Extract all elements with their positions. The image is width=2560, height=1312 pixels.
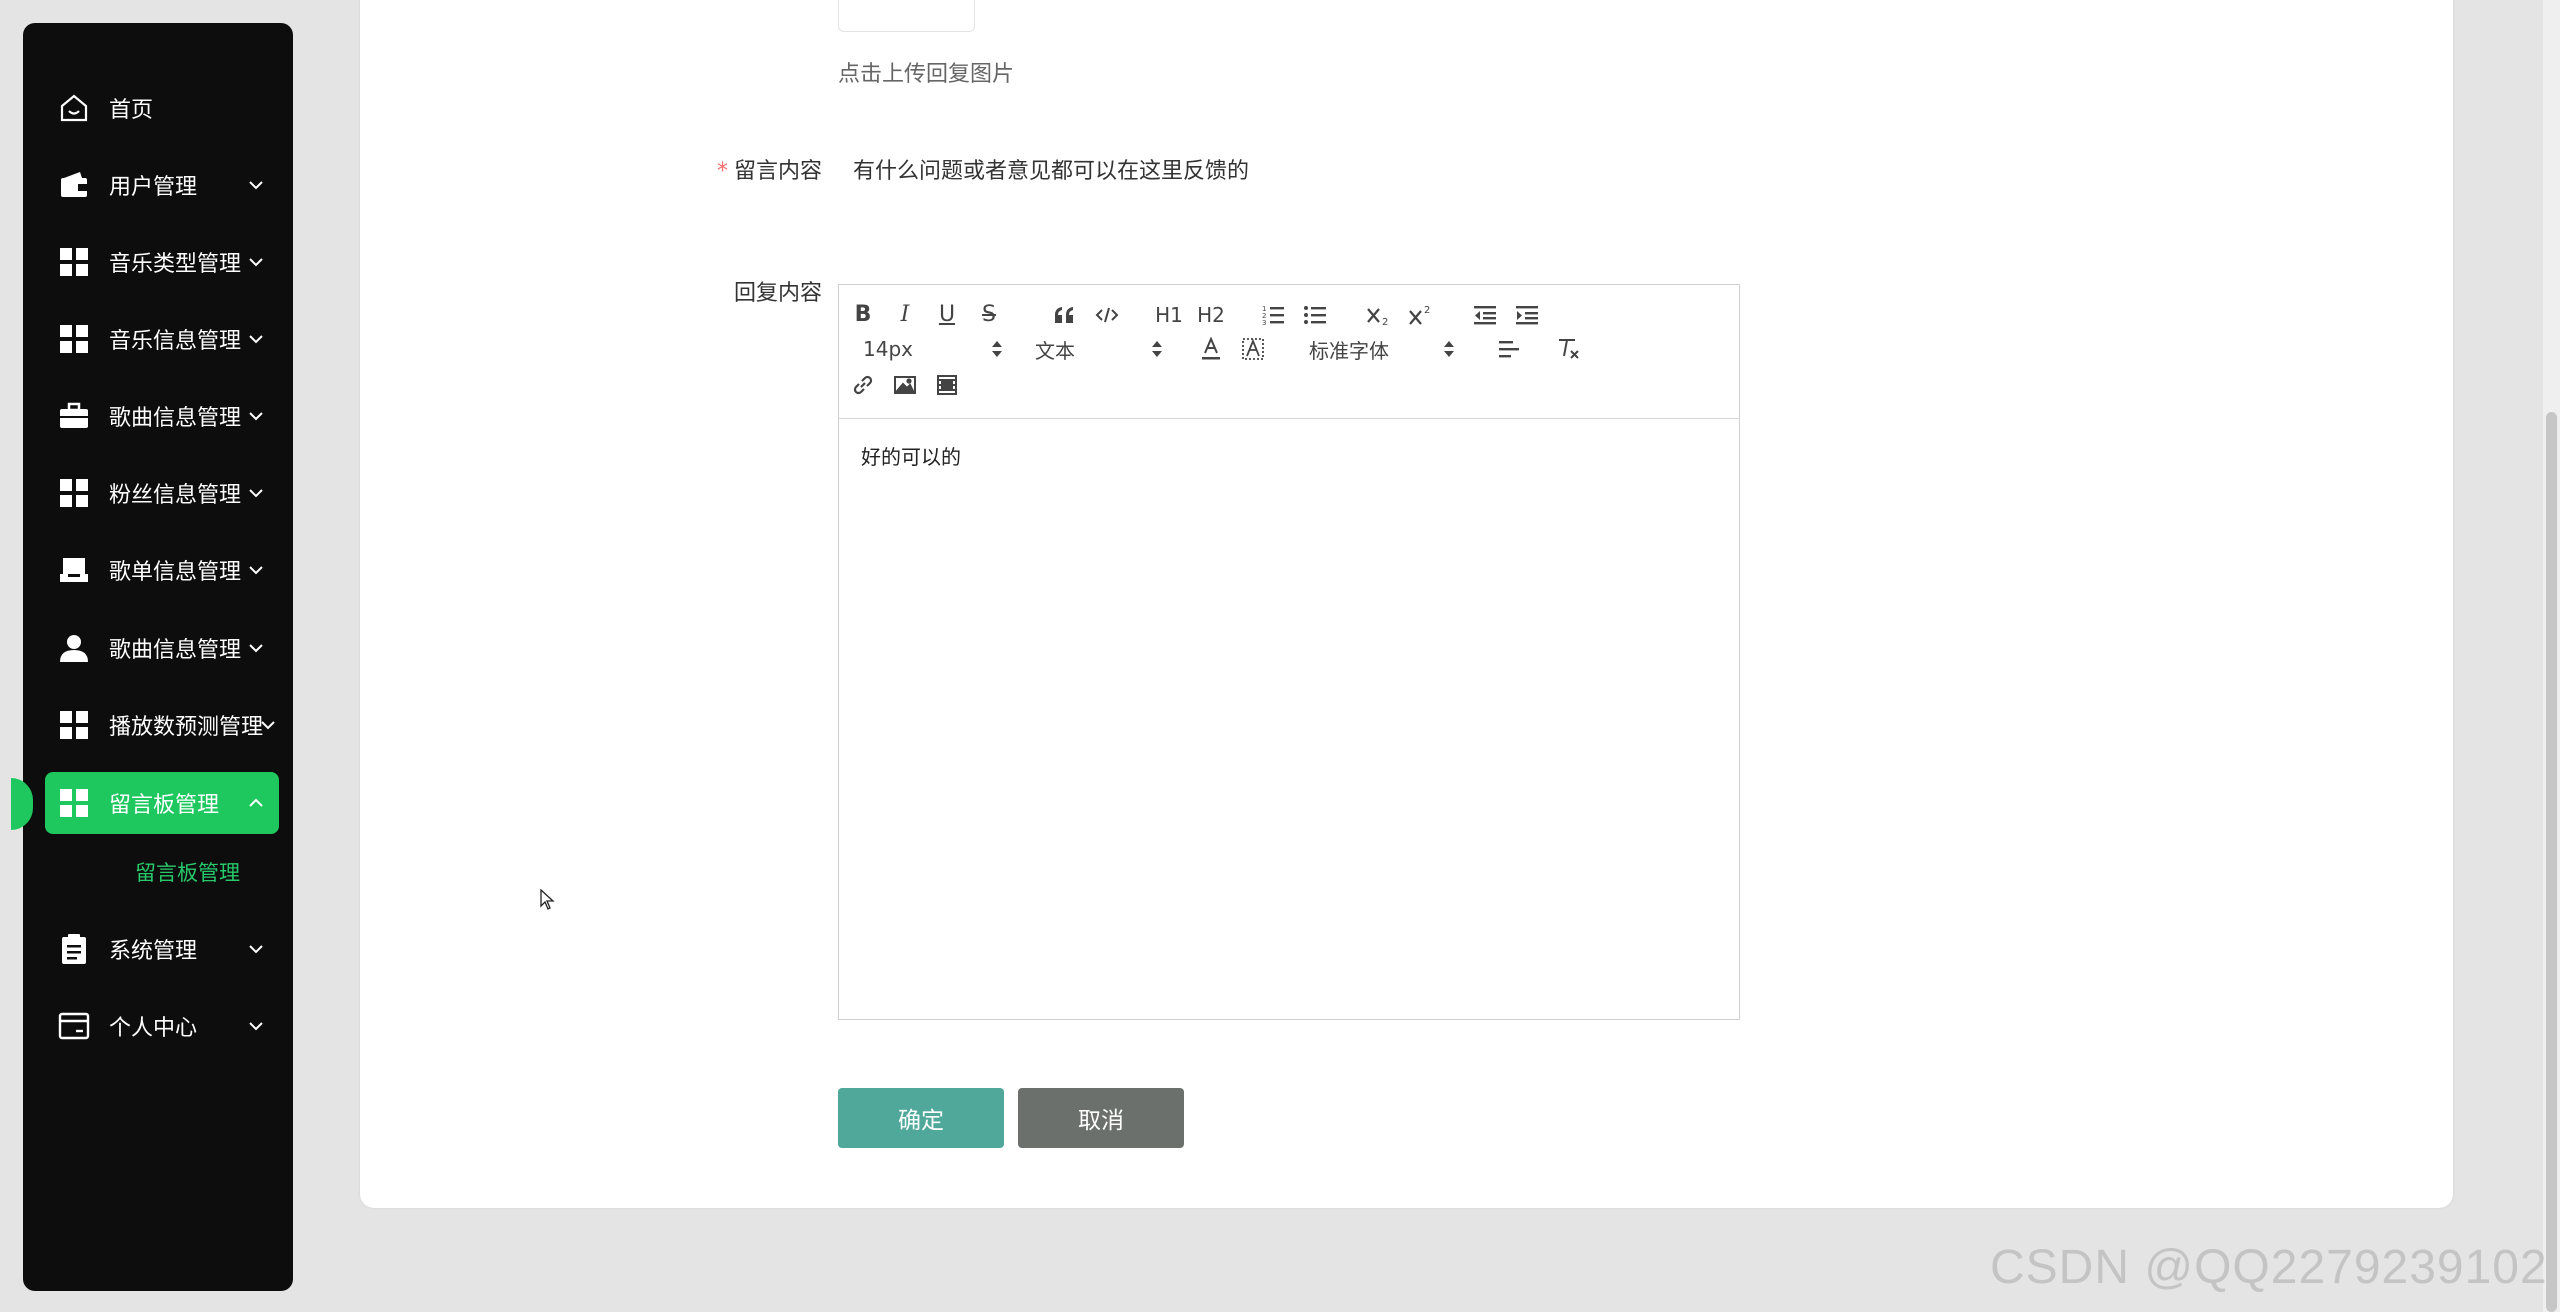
editor-content[interactable]: 好的可以的 xyxy=(861,441,961,470)
editor-toolbar: B I U S H1 H2 123 2 2 14px 文本 标准字体 xyxy=(839,285,1739,419)
sidebar-item-fan-info[interactable]: 粉丝信息管理 xyxy=(45,462,279,524)
grid-icon xyxy=(57,708,91,742)
svg-text:3: 3 xyxy=(1262,319,1266,326)
text-style-select[interactable]: 文本 xyxy=(1035,335,1163,363)
cancel-button[interactable]: 取消 xyxy=(1018,1088,1184,1148)
font-family-select[interactable]: 标准字体 xyxy=(1309,335,1455,363)
heading-2-button[interactable]: H2 xyxy=(1197,301,1225,329)
message-label: * 留言内容 xyxy=(717,153,822,185)
sidebar-item-play-forecast[interactable]: 播放数预测管理 xyxy=(45,694,279,756)
page-scrollbar[interactable] xyxy=(2543,0,2560,1312)
chevron-down-icon xyxy=(249,335,263,344)
chevron-up-icon xyxy=(249,798,263,807)
clear-format-icon[interactable] xyxy=(1555,335,1583,363)
bullet-list-icon[interactable] xyxy=(1301,301,1329,329)
confirm-button[interactable]: 确定 xyxy=(838,1088,1004,1148)
chevron-down-icon xyxy=(249,181,263,190)
sidebar-subitem-message-board[interactable]: 留言板管理 xyxy=(135,857,240,887)
sidebar: 首页 用户管理 音乐类型管理 音乐信息管理 歌曲信息管理 粉丝信息管理 歌单信息… xyxy=(11,23,293,1291)
subscript-icon[interactable]: 2 xyxy=(1365,301,1393,329)
sidebar-item-song-info-2[interactable]: 歌曲信息管理 xyxy=(45,617,279,679)
background-color-icon[interactable] xyxy=(1239,335,1267,363)
svg-text:2: 2 xyxy=(1424,305,1430,316)
sidebar-item-message-board[interactable]: 留言板管理 xyxy=(45,772,279,834)
chevron-down-icon xyxy=(249,258,263,267)
font-size-select[interactable]: 14px xyxy=(863,335,1003,363)
user-icon xyxy=(57,631,91,665)
reply-editor: B I U S H1 H2 123 2 2 14px 文本 标准字体 好的可以的 xyxy=(838,284,1740,1020)
sidebar-item-home[interactable]: 首页 xyxy=(45,77,279,139)
sidebar-item-music-type[interactable]: 音乐类型管理 xyxy=(45,231,279,293)
sidebar-item-music-info[interactable]: 音乐信息管理 xyxy=(45,308,279,370)
inbox-icon xyxy=(57,553,91,587)
select-arrows-icon xyxy=(1444,341,1454,357)
ordered-list-icon[interactable]: 123 xyxy=(1259,301,1287,329)
mouse-cursor-icon xyxy=(540,889,555,910)
clipboard-icon xyxy=(57,932,91,966)
grid-icon xyxy=(57,476,91,510)
link-icon[interactable] xyxy=(849,371,877,399)
grid-icon xyxy=(57,245,91,279)
required-mark: * xyxy=(717,159,728,184)
card-icon xyxy=(57,1009,91,1043)
watermark: CSDN @QQ2279239102 xyxy=(1990,1241,2548,1294)
chevron-down-icon xyxy=(261,721,275,730)
message-label-text: 留言内容 xyxy=(734,159,823,184)
upload-hint: 点击上传回复图片 xyxy=(838,62,1015,87)
bold-button[interactable]: B xyxy=(849,301,877,329)
svg-text:2: 2 xyxy=(1382,317,1388,327)
select-arrows-icon xyxy=(992,341,1002,357)
align-left-icon[interactable] xyxy=(1495,335,1523,363)
grid-icon xyxy=(57,322,91,356)
sidebar-item-playlist-info[interactable]: 歌单信息管理 xyxy=(45,539,279,601)
briefcase-icon xyxy=(57,399,91,433)
chevron-down-icon xyxy=(249,412,263,421)
strikethrough-button[interactable]: S xyxy=(975,301,1003,329)
indent-icon[interactable] xyxy=(1513,301,1541,329)
active-indicator xyxy=(11,778,33,830)
heading-1-button[interactable]: H1 xyxy=(1155,301,1183,329)
code-block-icon[interactable] xyxy=(1093,301,1121,329)
font-color-icon[interactable] xyxy=(1197,335,1225,363)
italic-button[interactable]: I xyxy=(891,301,919,329)
video-icon[interactable] xyxy=(933,371,961,399)
sidebar-item-label: 首页 xyxy=(109,98,154,123)
sidebar-item-label: 播放数预测管理 xyxy=(109,715,264,740)
sidebar-item-song-info[interactable]: 歌曲信息管理 xyxy=(45,385,279,447)
scrollbar-thumb[interactable] xyxy=(2546,412,2557,1312)
image-icon[interactable] xyxy=(891,371,919,399)
sidebar-item-system[interactable]: 系统管理 xyxy=(45,918,279,980)
chevron-down-icon xyxy=(249,489,263,498)
grid-icon xyxy=(57,786,91,820)
blockquote-icon[interactable] xyxy=(1051,301,1079,329)
reply-label: 回复内容 xyxy=(734,281,823,306)
image-upload-box[interactable] xyxy=(838,0,975,32)
outdent-icon[interactable] xyxy=(1471,301,1499,329)
superscript-icon[interactable]: 2 xyxy=(1407,301,1435,329)
underline-button[interactable]: U xyxy=(933,301,961,329)
select-arrows-icon xyxy=(1152,341,1162,357)
home-icon xyxy=(57,91,91,125)
wallet-icon xyxy=(57,168,91,202)
chevron-down-icon xyxy=(249,566,263,575)
sidebar-item-personal-center[interactable]: 个人中心 xyxy=(45,995,279,1057)
sidebar-item-user-management[interactable]: 用户管理 xyxy=(45,154,279,216)
chevron-down-icon xyxy=(249,945,263,954)
chevron-down-icon xyxy=(249,644,263,653)
message-content-value: 有什么问题或者意见都可以在这里反馈的 xyxy=(853,159,1250,184)
chevron-down-icon xyxy=(249,1022,263,1031)
